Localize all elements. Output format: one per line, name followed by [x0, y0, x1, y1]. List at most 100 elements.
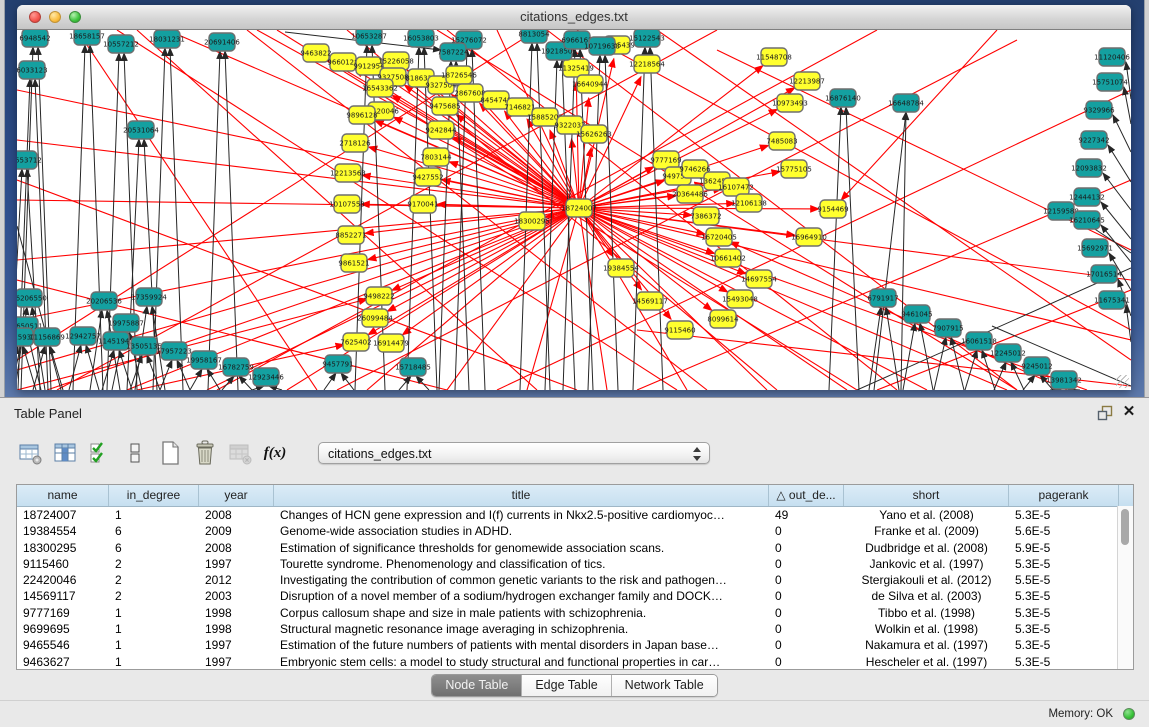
graph-node[interactable]: 9498222 [363, 287, 394, 305]
graph-node[interactable]: 16876140 [825, 89, 861, 107]
tab-node-table[interactable]: Node Table [432, 675, 522, 696]
table-row[interactable]: 911546021997Tourette syndrome. Phenomeno… [17, 556, 1133, 572]
graph-node[interactable]: 7625402 [340, 333, 371, 351]
graph-node[interactable]: 6791917 [867, 289, 898, 307]
graph-node[interactable]: 16640944 [572, 75, 608, 93]
graph-node[interactable]: 16964910 [791, 228, 827, 246]
column-header-year[interactable]: year [199, 485, 274, 506]
graph-node[interactable]: 16914479 [373, 334, 409, 352]
graph-node[interactable]: 26099484 [357, 309, 393, 327]
graph-node[interactable]: 9427552 [412, 168, 443, 186]
graph-node[interactable]: 9242844 [425, 121, 457, 139]
graph-node[interactable]: 17016514 [1086, 265, 1122, 283]
close-icon[interactable]: ✕ [1121, 404, 1137, 420]
graph-node[interactable]: 12923446 [248, 368, 284, 386]
graph-node[interactable]: 8099614 [707, 310, 739, 328]
table-row[interactable]: 1938455462009Genome-wide association stu… [17, 523, 1133, 539]
graph-node[interactable]: 10973493 [772, 94, 808, 112]
graph-node[interactable]: 12106138 [731, 194, 767, 212]
graph-node[interactable]: 16053803 [403, 30, 439, 47]
graph-node[interactable]: 8813054 [518, 30, 550, 43]
graph-node[interactable]: 20691406 [204, 33, 240, 51]
graph-node[interactable]: 10661402 [710, 249, 746, 267]
graph-node[interactable]: 12093832 [1071, 159, 1107, 177]
graph-node[interactable]: 11548708 [756, 48, 792, 66]
graph-node[interactable]: 2718126 [339, 134, 371, 152]
row-height-button[interactable] [121, 439, 149, 467]
graph-node[interactable]: 11120406 [1094, 48, 1130, 66]
graph-node[interactable]: 15775105 [776, 160, 812, 178]
graph-node[interactable]: 10653287 [351, 30, 387, 45]
graph-node[interactable]: 13981342 [1046, 371, 1082, 389]
delete-table-button[interactable] [191, 439, 219, 467]
column-header-out_de[interactable]: △ out_de... [769, 485, 844, 506]
graph-node[interactable]: 9227342 [1078, 131, 1109, 149]
new-table-button[interactable] [156, 439, 184, 467]
column-header-title[interactable]: title [274, 485, 769, 506]
network-graph[interactable]: 9463822966012899129541522605893275081654… [17, 30, 1131, 390]
vertical-scrollbar[interactable] [1117, 506, 1133, 669]
table-row[interactable]: 1456911722003Disruption of a novel membe… [17, 588, 1133, 604]
select-columns-button[interactable] [86, 439, 114, 467]
graph-node[interactable]: 18300295 [514, 212, 550, 230]
table-row[interactable]: 946554611997Estimation of the future num… [17, 637, 1133, 653]
graph-node[interactable]: 7386372 [690, 207, 721, 225]
graph-node[interactable]: 12444132 [1069, 188, 1105, 206]
graph-node[interactable]: 18658157 [69, 30, 105, 45]
graph-node[interactable]: 14697554 [741, 270, 777, 288]
graph-node[interactable]: 12942757 [65, 327, 101, 345]
graph-node[interactable]: 7803144 [420, 148, 452, 166]
column-header-pagerank[interactable]: pagerank [1009, 485, 1119, 506]
graph-node[interactable]: 9896128 [346, 106, 377, 124]
graph-node[interactable]: 9861521 [338, 254, 369, 272]
table-row[interactable]: 946362711997Embryonic stem cells: a mode… [17, 654, 1133, 670]
graph-node[interactable]: 6948542 [19, 30, 50, 47]
graph-node[interactable]: 7907915 [932, 319, 963, 337]
graph-node[interactable]: 9475685 [429, 97, 460, 115]
show-columns-button[interactable] [51, 439, 79, 467]
graph-node[interactable]: 12213987 [789, 72, 825, 90]
graph-node[interactable]: 8852271 [335, 226, 366, 244]
graph-node[interactable]: 15751074 [1092, 73, 1128, 91]
graph-node[interactable]: 11675341 [1094, 291, 1130, 309]
graph-node[interactable]: 18031231 [149, 30, 185, 48]
graph-node[interactable]: 12245012 [990, 344, 1026, 362]
graph-node[interactable]: 10107553 [329, 195, 365, 213]
graph-node[interactable]: 20364486 [672, 185, 708, 203]
graph-node[interactable]: 18726546 [441, 66, 477, 84]
graph-node[interactable]: 26206550 [17, 289, 47, 307]
scrollbar-thumb[interactable] [1121, 509, 1129, 545]
table-row[interactable]: 1830029562008Estimation of significance … [17, 540, 1133, 556]
graph-node[interactable]: 17359924 [131, 288, 167, 306]
graph-node[interactable]: 9154469 [817, 200, 848, 218]
table-mode-button[interactable] [16, 439, 44, 467]
tab-edge-table[interactable]: Edge Table [522, 675, 611, 696]
graph-node[interactable]: 15718485 [395, 358, 431, 376]
graph-node[interactable]: 7485083 [766, 132, 797, 150]
graph-node[interactable]: 16061518 [961, 332, 997, 350]
table-row[interactable]: 969969511998Structural magnetic resonanc… [17, 621, 1133, 637]
graph-node[interactable]: 19384554 [603, 259, 639, 277]
network-canvas[interactable]: 9463822966012899129541522605893275081654… [17, 30, 1131, 390]
graph-hub-node[interactable]: 18724007 [561, 199, 597, 217]
graph-node[interactable]: 9457791 [322, 355, 353, 373]
graph-node[interactable]: 16210645 [1069, 211, 1105, 229]
graph-node[interactable]: 9245012 [1021, 357, 1052, 375]
column-header-name[interactable]: name [17, 485, 109, 506]
network-window-titlebar[interactable]: citations_edges.txt [17, 5, 1131, 30]
tab-network-table[interactable]: Network Table [612, 675, 717, 696]
graph-node[interactable]: 12213563 [330, 164, 366, 182]
graph-node[interactable]: 20206536 [86, 292, 122, 310]
table-row[interactable]: 2242004622012Investigating the contribut… [17, 572, 1133, 588]
table-row[interactable]: 1872400712008Changes of HCN gene express… [17, 507, 1133, 523]
graph-node[interactable]: 6033123 [17, 61, 48, 79]
graph-node[interactable]: 15493048 [722, 290, 758, 308]
graph-node[interactable]: 12218564 [629, 55, 665, 73]
graph-node[interactable]: 9170041 [407, 195, 438, 213]
graph-node[interactable]: 19975887 [108, 314, 144, 332]
graph-node[interactable]: 20531064 [123, 121, 159, 139]
graph-node[interactable]: 16720405 [701, 228, 737, 246]
graph-node[interactable]: 16543362 [362, 79, 398, 97]
column-header-in_degree[interactable]: in_degree [109, 485, 199, 506]
import-table-button[interactable] [226, 439, 254, 467]
